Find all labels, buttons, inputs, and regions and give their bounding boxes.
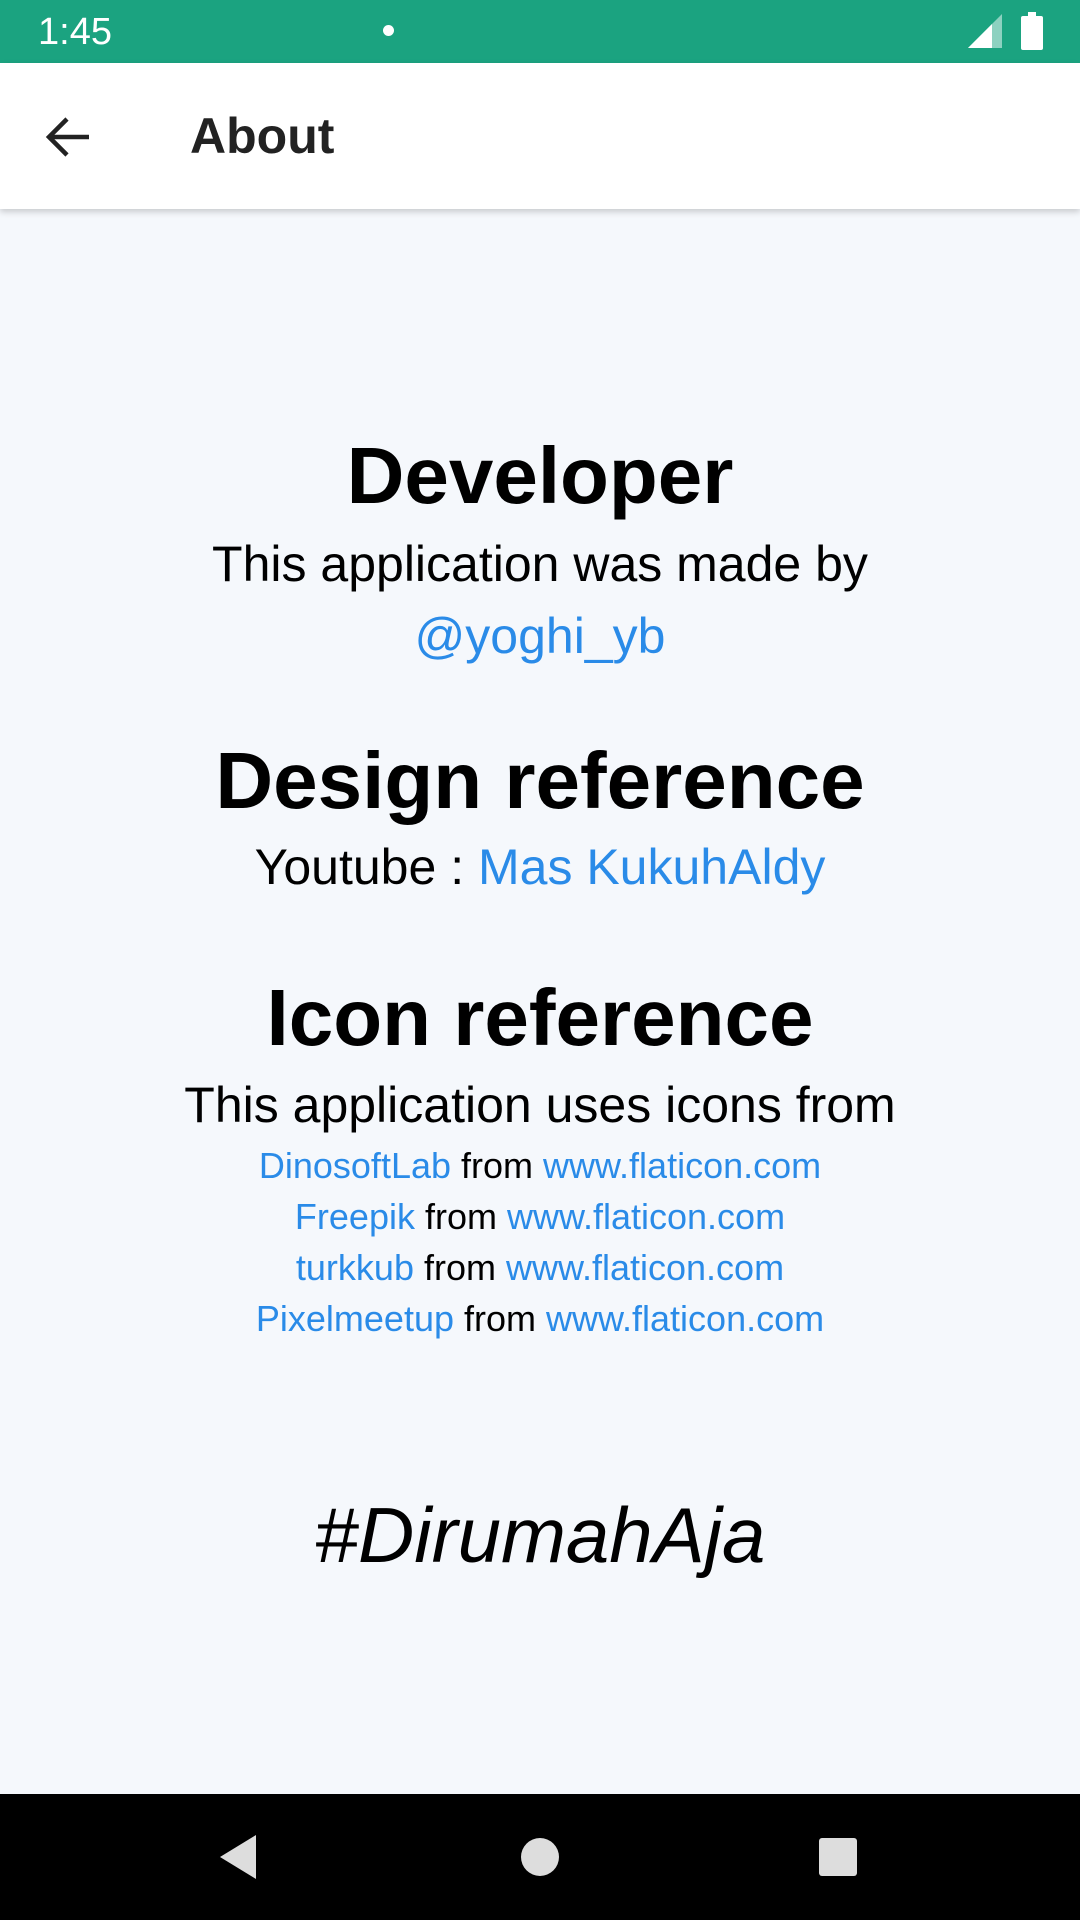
nav-back-button[interactable] — [205, 1824, 271, 1890]
credit-from-text: from — [454, 1298, 547, 1339]
hashtag-text: #DirumahAja — [314, 1491, 766, 1579]
credit-site-link[interactable]: www.flaticon.com — [543, 1145, 821, 1186]
credit-from-text: from — [413, 1247, 506, 1288]
credit-line: DinosoftLab from www.flaticon.com — [0, 1143, 1080, 1189]
design-reference-heading: Design reference — [215, 736, 865, 825]
nav-home-icon — [521, 1838, 559, 1876]
credit-from-text: from — [451, 1145, 544, 1186]
nav-back-icon — [220, 1835, 256, 1879]
credit-author-link[interactable]: Pixelmeetup — [256, 1298, 454, 1339]
design-reference-link[interactable]: Mas KukuhAldy — [478, 839, 825, 895]
arrow-left-icon — [45, 117, 89, 157]
credit-author-link[interactable]: DinosoftLab — [259, 1145, 451, 1186]
credit-line: Freepik from www.flaticon.com — [0, 1194, 1080, 1240]
credit-from-text: from — [414, 1196, 507, 1237]
signal-icon — [968, 14, 1002, 48]
battery-icon — [1021, 12, 1043, 50]
credit-line: turkkub from www.flaticon.com — [0, 1245, 1080, 1291]
credit-site-link[interactable]: www.flaticon.com — [546, 1298, 824, 1339]
credit-line: Pixelmeetup from www.flaticon.com — [0, 1296, 1080, 1342]
nav-recents-icon — [819, 1838, 857, 1876]
developer-link[interactable]: @yoghi_yb — [415, 608, 666, 664]
design-reference-prefix: Youtube : — [254, 839, 478, 895]
status-time: 1:45 — [38, 11, 112, 53]
about-content: Developer This application was made by @… — [0, 209, 1080, 1794]
notification-dot-icon — [383, 25, 394, 36]
credit-site-link[interactable]: www.flaticon.com — [507, 1196, 785, 1237]
design-reference-line: Youtube : Mas KukuhAldy — [0, 837, 1080, 897]
developer-text: This application was made by — [212, 536, 868, 592]
icon-reference-heading: Icon reference — [266, 973, 814, 1062]
credit-site-link[interactable]: www.flaticon.com — [506, 1247, 784, 1288]
page-title: About — [190, 108, 335, 164]
back-button[interactable] — [24, 104, 112, 170]
app-bar: About — [0, 63, 1080, 209]
credit-author-link[interactable]: turkkub — [296, 1247, 414, 1288]
status-bar: 1:45 — [0, 0, 1080, 63]
nav-recents-button[interactable] — [805, 1824, 871, 1890]
nav-home-button[interactable] — [507, 1824, 573, 1890]
developer-heading: Developer — [346, 431, 734, 520]
system-nav-bar — [0, 1794, 1080, 1920]
credit-author-link[interactable]: Freepik — [295, 1196, 415, 1237]
developer-link-line: @yoghi_yb — [0, 606, 1080, 666]
icon-reference-text: This application uses icons from — [184, 1077, 896, 1133]
